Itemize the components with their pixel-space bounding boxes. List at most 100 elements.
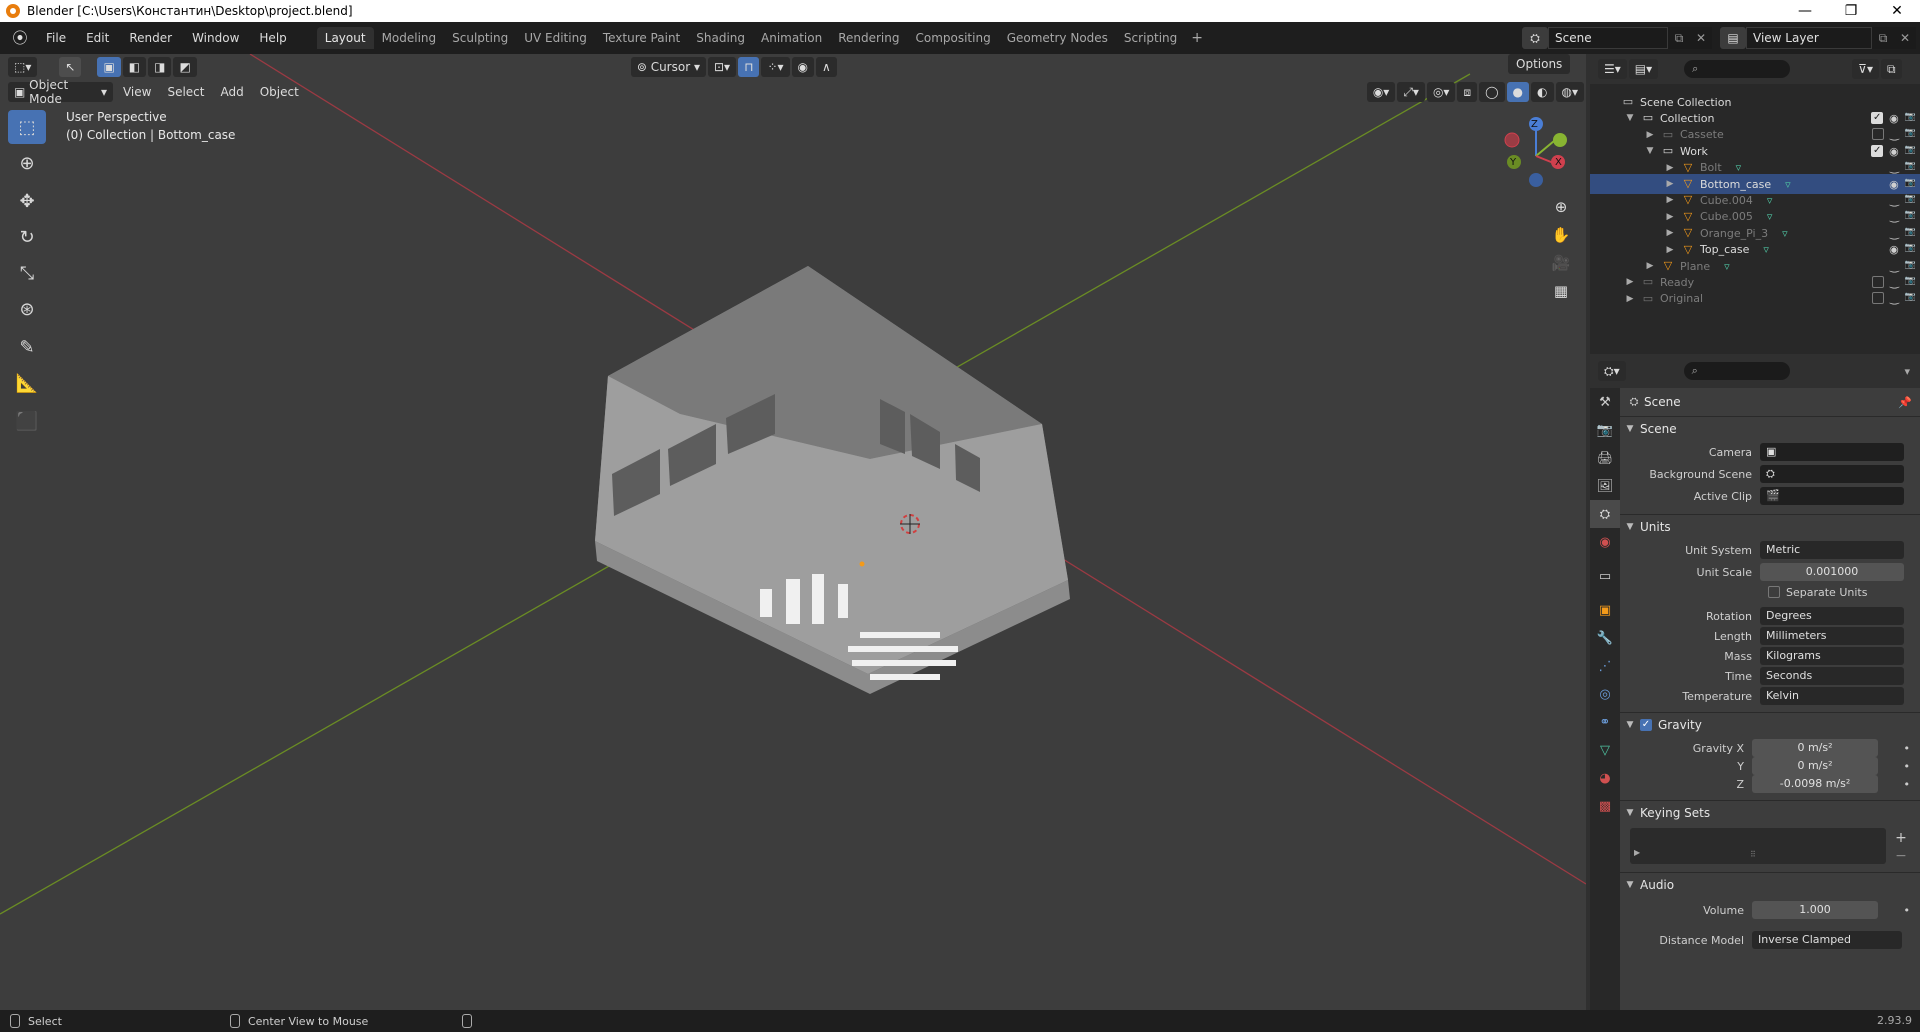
render-camera-icon[interactable]: 📷 xyxy=(1905,194,1916,207)
keyframe-dot-icon[interactable]: • xyxy=(1904,904,1911,917)
viewport-menu-object[interactable]: Object xyxy=(252,85,307,99)
mesh-data-icon[interactable]: ▿ xyxy=(1767,210,1773,223)
chevron-right-icon[interactable]: ▶ xyxy=(1644,130,1656,140)
mesh-data-icon[interactable]: ▿ xyxy=(1782,227,1788,240)
options-dropdown[interactable]: Options xyxy=(1508,54,1571,74)
scene-panel-header[interactable]: ▼ Scene xyxy=(1620,416,1920,440)
tab-compositing[interactable]: Compositing xyxy=(907,27,998,49)
scene-selector[interactable]: ⛭ Scene ⧉ ✕ xyxy=(1522,27,1712,49)
visibility-eye-icon[interactable]: ◉ xyxy=(1889,178,1899,191)
visibility-eye-icon[interactable]: ‿ xyxy=(1890,260,1899,273)
data-tab-icon[interactable]: ▽ xyxy=(1590,736,1620,764)
tab-scripting[interactable]: Scripting xyxy=(1116,27,1185,49)
visibility-eye-icon[interactable]: ‿ xyxy=(1890,227,1899,240)
select-extend-mode-icon[interactable]: ◧ xyxy=(122,57,147,77)
render-camera-icon[interactable]: 📷 xyxy=(1905,227,1916,240)
viewport-menu-view[interactable]: View xyxy=(115,85,159,99)
restore-button[interactable]: ❐ xyxy=(1828,3,1874,19)
tab-uv-editing[interactable]: UV Editing xyxy=(516,27,595,49)
viewport-menu-add[interactable]: Add xyxy=(213,85,252,99)
rotation-dropdown[interactable]: Degrees xyxy=(1760,607,1904,625)
gravity-z-field[interactable]: -0.0098 m/s² xyxy=(1752,775,1878,793)
menu-file[interactable]: File xyxy=(36,31,76,45)
blender-menu-icon[interactable]: ⦿ xyxy=(10,28,30,48)
constraints-tab-icon[interactable]: ⚭ xyxy=(1590,708,1620,736)
keying-sets-panel-header[interactable]: ▼ Keying Sets xyxy=(1620,800,1920,824)
select-subtract-mode-icon[interactable]: ◨ xyxy=(148,57,172,77)
output-tab-icon[interactable]: 🖨 xyxy=(1590,444,1620,472)
chevron-down-icon[interactable]: ▼ xyxy=(1644,146,1656,156)
menu-window[interactable]: Window xyxy=(182,31,249,45)
transform-orientation-icon[interactable]: ⊡▾ xyxy=(707,57,737,77)
object-tab-icon[interactable]: ▣ xyxy=(1590,596,1620,624)
modifier-tab-icon[interactable]: 🔧 xyxy=(1590,624,1620,652)
chevron-right-icon[interactable]: ▶ xyxy=(1664,179,1676,189)
particles-tab-icon[interactable]: ⋰ xyxy=(1590,652,1620,680)
xray-toggle-icon[interactable]: ⧈ xyxy=(1457,82,1478,102)
transform-tool-icon[interactable]: ⊛ xyxy=(8,292,46,326)
visibility-eye-icon[interactable]: ‿ xyxy=(1890,210,1899,223)
chevron-right-icon[interactable]: ▶ xyxy=(1664,245,1676,255)
render-camera-icon[interactable]: 📷 xyxy=(1905,145,1916,158)
view-layer-tab-icon[interactable]: 🖼 xyxy=(1590,472,1620,500)
exclude-checkbox[interactable]: ✓ xyxy=(1871,144,1884,157)
viewport-menu-select[interactable]: Select xyxy=(159,85,212,99)
visibility-eye-icon[interactable]: ◉ xyxy=(1889,112,1899,125)
outliner-search-input[interactable]: ⌕ xyxy=(1684,60,1791,78)
tool-tab-icon[interactable]: ⚒ xyxy=(1590,388,1620,416)
render-camera-icon[interactable]: 📷 xyxy=(1905,178,1916,191)
chevron-right-icon[interactable]: ▶ xyxy=(1644,261,1656,271)
delete-scene-icon[interactable]: ✕ xyxy=(1690,31,1712,45)
tab-shading[interactable]: Shading xyxy=(688,27,753,49)
mode-dropdown[interactable]: ▣ Object Mode ▾ xyxy=(8,78,113,106)
texture-tab-icon[interactable]: ▩ xyxy=(1590,792,1620,820)
new-collection-icon[interactable]: ⧉ xyxy=(1880,59,1902,79)
chevron-right-icon[interactable]: ▶ xyxy=(1664,228,1676,238)
material-tab-icon[interactable]: ◕ xyxy=(1590,764,1620,792)
gravity-panel-header[interactable]: ▼ ✓ Gravity xyxy=(1620,712,1920,736)
gizmo-toggle-icon[interactable]: ⤢▾ xyxy=(1397,82,1425,102)
visibility-eye-icon[interactable]: ◉ xyxy=(1889,243,1899,256)
falloff-icon[interactable]: ∧ xyxy=(816,57,837,77)
mesh-data-icon[interactable]: ▿ xyxy=(1724,260,1730,273)
scene-icon[interactable]: ⛭ xyxy=(1522,27,1548,49)
background-scene-field[interactable]: ⛭ xyxy=(1760,465,1904,483)
chevron-down-icon[interactable]: ▼ xyxy=(1624,113,1636,123)
select-tool-icon[interactable]: ↖ xyxy=(59,57,82,77)
visibility-eye-icon[interactable]: ‿ xyxy=(1890,292,1899,305)
camera-field[interactable]: ▣ xyxy=(1760,443,1904,461)
volume-field[interactable]: 1.000 xyxy=(1752,901,1878,919)
add-cube-tool-icon[interactable]: ⬛ xyxy=(8,404,46,438)
keyframe-dot-icon[interactable]: • xyxy=(1904,742,1911,755)
select-box-tool-icon[interactable]: ⬚ xyxy=(8,110,46,144)
chevron-right-icon[interactable]: ▶ xyxy=(1664,195,1676,205)
chevron-right-icon[interactable]: ▶ xyxy=(1634,848,1640,857)
measure-tool-icon[interactable]: 📐 xyxy=(8,366,46,400)
add-keying-set-icon[interactable]: + xyxy=(1892,830,1910,848)
render-camera-icon[interactable]: 📷 xyxy=(1905,112,1916,125)
keying-sets-list[interactable]: ▶ ⠿ xyxy=(1630,828,1886,864)
minimize-button[interactable]: — xyxy=(1782,3,1828,19)
exclude-checkbox[interactable] xyxy=(1871,292,1884,305)
material-shading-icon[interactable]: ◐ xyxy=(1531,82,1554,102)
unit-system-dropdown[interactable]: Metric xyxy=(1760,541,1904,559)
tab-sculpting[interactable]: Sculpting xyxy=(444,27,516,49)
tab-geometry-nodes[interactable]: Geometry Nodes xyxy=(999,27,1116,49)
separate-units-checkbox[interactable] xyxy=(1768,586,1780,598)
display-mode-icon[interactable]: ▤▾ xyxy=(1628,59,1659,79)
scene-name-field[interactable]: Scene xyxy=(1548,27,1668,49)
tab-rendering[interactable]: Rendering xyxy=(830,27,907,49)
new-view-layer-icon[interactable]: ⧉ xyxy=(1872,31,1894,46)
render-tab-icon[interactable]: 📷 xyxy=(1590,416,1620,444)
delete-view-layer-icon[interactable]: ✕ xyxy=(1894,31,1916,45)
filter-icon[interactable]: ⊽▾ xyxy=(1852,59,1879,79)
exclude-checkbox[interactable] xyxy=(1871,128,1884,141)
outliner-row[interactable]: ▶ ▭ Original ‿ 📷 xyxy=(1590,289,1920,309)
chevron-right-icon[interactable]: ▶ xyxy=(1624,277,1636,287)
exclude-checkbox[interactable] xyxy=(1871,275,1884,288)
length-dropdown[interactable]: Millimeters xyxy=(1760,627,1904,645)
mesh-data-icon[interactable]: ▿ xyxy=(1785,178,1791,191)
add-workspace-button[interactable]: + xyxy=(1185,27,1209,49)
mass-dropdown[interactable]: Kilograms xyxy=(1760,647,1904,665)
world-tab-icon[interactable]: ◉ xyxy=(1590,528,1620,556)
